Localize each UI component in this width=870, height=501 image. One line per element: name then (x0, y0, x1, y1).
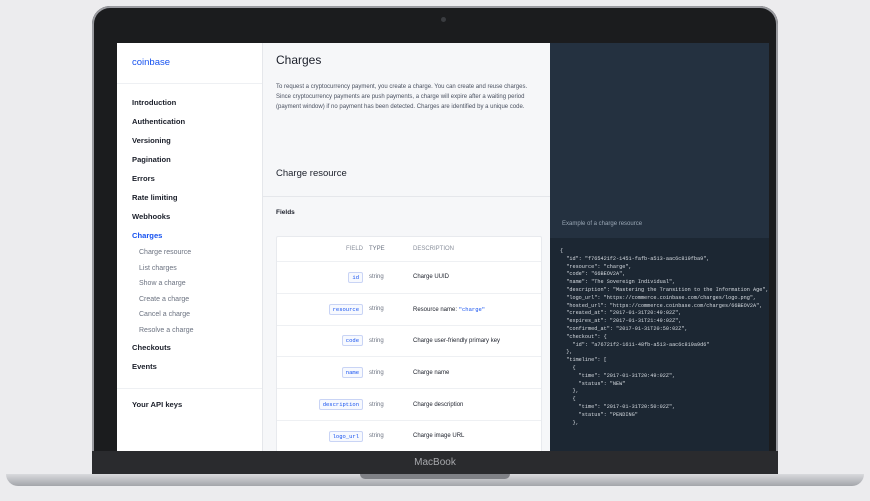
sidebar-subitem-show-charge[interactable]: Show a charge (117, 276, 262, 292)
sidebar-subitem-resolve-charge[interactable]: Resolve a charge (117, 323, 262, 339)
field-description: Charge UUID (413, 274, 450, 281)
sidebar-item-webhooks[interactable]: Webhooks (117, 207, 262, 226)
laptop-notch (360, 474, 510, 479)
intro-text: To request a cryptocurrency payment, you… (276, 84, 528, 110)
fields-label: Fields (276, 209, 295, 216)
field-name: name (341, 367, 363, 379)
section-title: Charge resource (263, 135, 550, 197)
field-type: string (369, 337, 384, 344)
page-title: Charges (276, 53, 322, 67)
column-header-field: FIELD (345, 246, 363, 252)
column-header-type: TYPE (369, 246, 385, 252)
sidebar-item-errors[interactable]: Errors (117, 169, 262, 188)
table-row: code string Charge user-friendly primary… (277, 326, 541, 358)
sidebar-subitem-create-charge[interactable]: Create a charge (117, 292, 262, 308)
table-row: id string Charge UUID (277, 262, 541, 294)
code-caption: Example of a charge resource (562, 221, 643, 227)
main-content: Charges To request a cryptocurrency paym… (263, 43, 550, 451)
logo[interactable]: coinbase (117, 43, 262, 84)
sidebar-subitem-charge-resource[interactable]: Charge resource (117, 245, 262, 261)
sidebar: coinbase Introduction Authentication Ver… (117, 43, 263, 451)
field-type: string (369, 401, 384, 408)
field-description: Charge image URL (413, 433, 465, 440)
table-row: resource string Resource name: "charge" (277, 294, 541, 326)
sidebar-item-events[interactable]: Events (117, 357, 262, 376)
sidebar-item-pagination[interactable]: Pagination (117, 150, 262, 169)
sidebar-item-authentication[interactable]: Authentication (117, 112, 262, 131)
code-panel: Example of a charge resource { "id": "f7… (550, 43, 769, 451)
field-description: Charge user-friendly primary key (413, 337, 501, 344)
table-row: description string Charge description (277, 389, 541, 421)
fields-table-header: FIELD TYPE DESCRIPTION (277, 237, 541, 262)
column-header-description: DESCRIPTION (413, 246, 455, 252)
field-type: string (369, 369, 384, 376)
sidebar-item-checkouts[interactable]: Checkouts (117, 338, 262, 357)
sidebar-subitem-list-charges[interactable]: List charges (117, 261, 262, 277)
field-name: resource (328, 303, 363, 315)
field-type: string (369, 306, 384, 313)
sidebar-subitem-cancel-charge[interactable]: Cancel a charge (117, 307, 262, 323)
field-name: logo_url (328, 430, 363, 442)
sidebar-item-charges[interactable]: Charges (117, 226, 262, 245)
field-description: Resource name: (413, 306, 459, 313)
sidebar-item-api-keys[interactable]: Your API keys (117, 395, 262, 414)
sidebar-item-introduction[interactable]: Introduction (117, 93, 262, 112)
sidebar-divider (117, 388, 262, 389)
field-description-code: "charge" (458, 305, 486, 313)
sidebar-item-versioning[interactable]: Versioning (117, 131, 262, 150)
table-row: logo_url string Charge image URL (277, 421, 541, 451)
field-description: Charge name (413, 369, 450, 376)
fields-table: FIELD TYPE DESCRIPTION id string Charge … (276, 236, 542, 451)
field-name: id (348, 271, 363, 283)
screen: coinbase Introduction Authentication Ver… (117, 43, 769, 451)
field-name: description (318, 399, 363, 411)
device-label: MacBook (92, 451, 778, 475)
field-description: Charge description (413, 401, 464, 408)
sidebar-nav: Introduction Authentication Versioning P… (117, 84, 262, 414)
code-example[interactable]: { "id": "f765421f2-1451-fafb-a513-aac6c8… (550, 238, 769, 451)
field-type: string (369, 274, 384, 281)
camera (441, 17, 446, 22)
field-type: string (369, 433, 384, 440)
table-row: name string Charge name (277, 357, 541, 390)
sidebar-item-rate-limiting[interactable]: Rate limiting (117, 188, 262, 207)
field-name: code (341, 335, 363, 347)
